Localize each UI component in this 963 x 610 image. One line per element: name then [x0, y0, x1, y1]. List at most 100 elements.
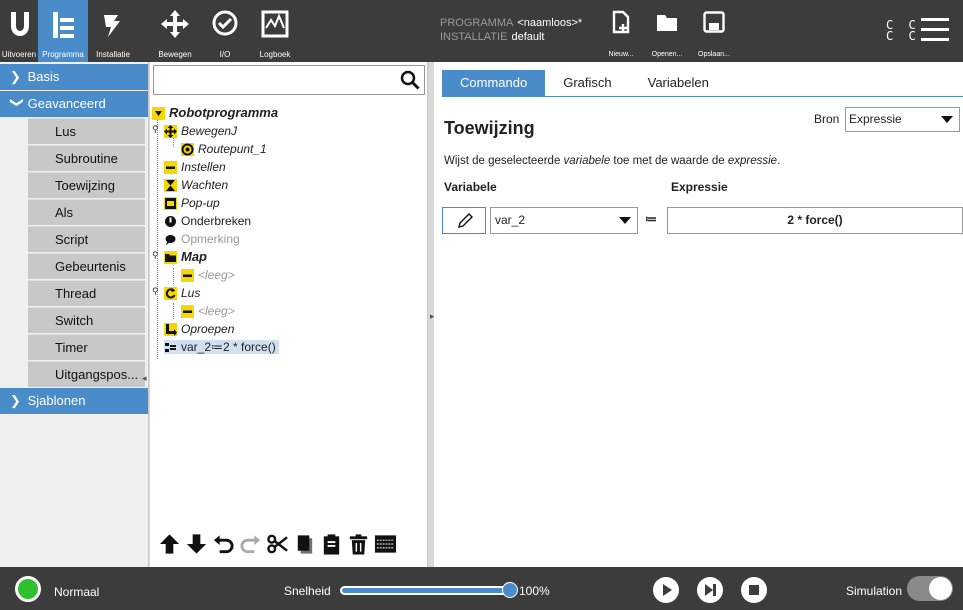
category-basis[interactable]: ❯ Basis	[0, 64, 148, 90]
search-icon[interactable]	[400, 70, 420, 90]
sidebar-item-loop[interactable]: Lus	[28, 118, 145, 144]
comment-icon	[164, 233, 177, 246]
category-templates[interactable]: ❯ Sjablonen	[0, 388, 148, 414]
chevron-down-icon: ❯	[10, 97, 25, 108]
tree-node-movej[interactable]: BewegenJ	[164, 124, 237, 138]
sidebar-item-script[interactable]: Script	[28, 226, 145, 252]
nav-io-label: I/O	[219, 50, 231, 59]
sidebar-item-timer[interactable]: Timer	[28, 334, 145, 360]
tree-node-assignment-selected[interactable]: var_2≔2 * force()	[164, 340, 279, 354]
tree-node-empty[interactable]: <leeg>	[181, 304, 235, 318]
nav-program-button[interactable]: Programma	[38, 0, 88, 62]
tree-node-halt[interactable]: Onderbreken	[164, 214, 251, 228]
move-icon	[161, 10, 189, 38]
nav-log-label: Logboek	[259, 50, 291, 59]
tree-node-label: var_2≔2 * force()	[181, 340, 276, 354]
redo-icon[interactable]	[239, 532, 262, 556]
sidebar-item-switch[interactable]: Switch	[28, 307, 145, 333]
set-icon	[164, 160, 177, 174]
sidebar-item-thread[interactable]: Thread	[28, 280, 145, 306]
stop-button[interactable]	[741, 577, 767, 603]
io-icon	[212, 10, 238, 36]
robot-status-icon[interactable]	[15, 576, 41, 602]
tab-variables[interactable]: Variabelen	[630, 70, 727, 96]
nav-io-button[interactable]: I/O	[200, 0, 250, 62]
tree-node-popup[interactable]: Pop-up	[164, 196, 220, 210]
variable-select-value: var_2	[495, 213, 526, 227]
nav-run-button[interactable]: Uitvoeren	[0, 0, 38, 62]
tab-underline	[442, 96, 963, 97]
variable-select[interactable]: var_2	[490, 207, 638, 234]
nav-log-button[interactable]: Logboek	[250, 0, 300, 62]
simulation-toggle[interactable]	[907, 576, 953, 601]
tree-node-folder[interactable]: Map	[164, 250, 207, 264]
tree-node-comment[interactable]: Opmerking	[164, 232, 240, 246]
open-button[interactable]: Openen...	[643, 8, 691, 58]
nav-installation-button[interactable]: Installatie	[88, 0, 138, 62]
tree-toolbar	[150, 524, 428, 564]
expression-label: Expressie	[671, 180, 728, 194]
assignment-icon	[164, 341, 177, 354]
suppress-icon[interactable]	[374, 532, 397, 556]
installation-key: INSTALLATIE	[440, 31, 508, 43]
tree-node-waypoint[interactable]: Routepunt_1	[181, 142, 267, 156]
tree-node-label: BewegenJ	[181, 124, 238, 138]
step-button[interactable]	[697, 577, 723, 603]
source-select[interactable]: Expressie	[845, 107, 960, 132]
move-up-icon[interactable]	[158, 532, 181, 556]
collapse-left-handle-icon[interactable]: ◂	[142, 373, 150, 385]
simulation-label: Simulation	[846, 584, 903, 598]
copy-icon[interactable]	[293, 532, 316, 556]
play-button[interactable]	[653, 577, 679, 603]
tree-node-root[interactable]: Robotprogramma	[152, 106, 278, 120]
tree-node-label: Wachten	[181, 178, 229, 192]
new-button[interactable]: Nieuw...	[597, 8, 645, 58]
tree-search-input[interactable]	[153, 65, 425, 95]
pin-icon: ⚲	[152, 250, 159, 260]
bottom-bar: Normaal Snelheid 100% Simulation	[0, 567, 963, 610]
paste-icon[interactable]	[320, 532, 343, 556]
sidebar-item-subroutine[interactable]: Subroutine	[28, 145, 145, 171]
save-button[interactable]: Opslaan...	[690, 8, 738, 58]
delete-icon[interactable]	[347, 532, 370, 556]
edit-variable-button[interactable]	[442, 207, 486, 234]
sidebar-item-assignment[interactable]: Toewijzing	[28, 172, 145, 198]
nav-move-button[interactable]: Bewegen	[150, 0, 200, 62]
nav-run-label: Uitvoeren	[1, 50, 37, 59]
installation-name: default	[511, 31, 545, 43]
program-info: PROGRAMMA <naamloos>* INSTALLATIE default	[440, 16, 582, 44]
sidebar-item-event[interactable]: Gebeurtenis	[28, 253, 145, 279]
popup-icon	[164, 196, 177, 210]
desc-emphasis: expressie	[727, 155, 778, 167]
desc-text: .	[777, 155, 781, 167]
tree-node-wait[interactable]: Wachten	[164, 178, 228, 192]
ur-logo-icon	[11, 12, 29, 36]
program-name: <naamloos>*	[517, 17, 583, 29]
move-down-icon[interactable]	[185, 532, 208, 556]
sidebar-item-home[interactable]: Uitgangspos...	[28, 361, 145, 387]
sidebar-item-if[interactable]: Als	[28, 199, 145, 225]
expression-field[interactable]: 2 * force()	[667, 207, 963, 234]
tree-node-label: Robotprogramma	[169, 105, 279, 120]
tree-node-label: Oproepen	[181, 322, 235, 336]
log-icon	[261, 10, 289, 38]
play-icon	[663, 584, 672, 596]
speed-slider[interactable]	[340, 586, 510, 595]
tab-command[interactable]: Commando	[442, 70, 546, 96]
tab-graphics[interactable]: Grafisch	[545, 70, 629, 96]
category-advanced[interactable]: ❯ Geavanceerd	[0, 91, 148, 117]
cut-icon[interactable]	[266, 532, 289, 556]
undo-icon[interactable]	[212, 532, 235, 556]
tree-node-label: Map	[181, 249, 207, 264]
tree-node-call[interactable]: Oproepen	[164, 322, 234, 336]
new-label: Nieuw...	[608, 51, 634, 58]
cc-line-2: C C	[886, 29, 920, 43]
command-panel: Commando Grafisch Variabelen Toewijzing …	[434, 62, 963, 567]
hamburger-menu-icon[interactable]	[921, 18, 949, 42]
tree-node-loop[interactable]: Lus	[164, 286, 200, 300]
tree-node-set[interactable]: Instellen	[164, 160, 226, 174]
speed-slider-handle[interactable]	[502, 582, 518, 598]
tree-node-empty[interactable]: <leeg>	[181, 268, 235, 282]
dropdown-caret-icon	[619, 217, 631, 224]
tree-node-label: Pop-up	[181, 196, 220, 210]
